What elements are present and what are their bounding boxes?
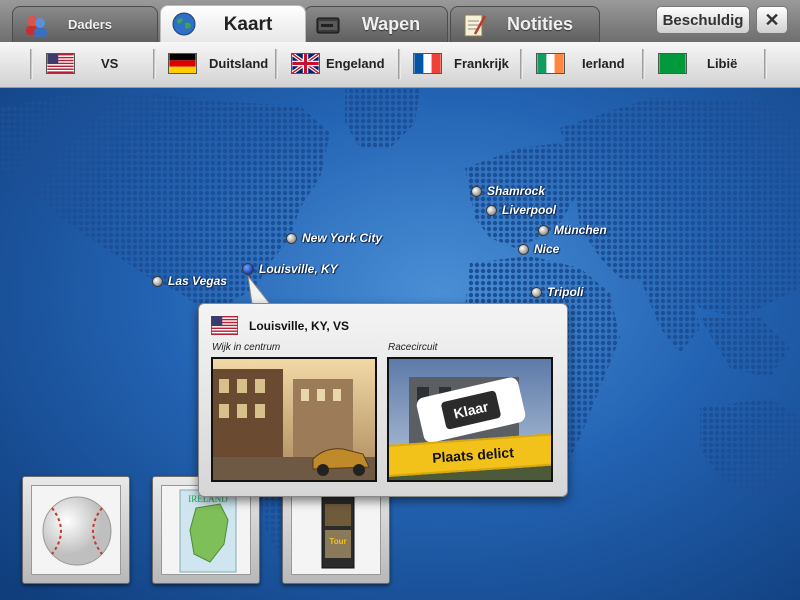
country-vs[interactable]: VS <box>46 51 118 75</box>
ireland-flag-icon <box>536 52 565 74</box>
country-label: Duitsland <box>209 55 269 71</box>
city-marker-icon <box>152 275 163 287</box>
city-marker-icon <box>538 224 549 236</box>
notepad-icon <box>464 14 487 37</box>
city-marker-icon <box>518 243 529 255</box>
country-label: Ierland <box>582 55 625 71</box>
city-label: Shamrock <box>487 184 546 198</box>
divider <box>642 49 645 79</box>
globe-icon <box>172 12 196 36</box>
city-label: New York City <box>302 231 383 245</box>
tab-notities-label: Notities <box>506 14 573 34</box>
city-marker-icon <box>486 204 497 216</box>
city-las-vegas[interactable]: Las Vegas <box>152 274 227 288</box>
accuse-button[interactable]: Beschuldig <box>656 6 750 34</box>
ireland-map-icon: IRELAND <box>179 489 237 573</box>
country-bar: VS Duitsland Engeland Frankrijk Ierland … <box>0 42 800 88</box>
close-button[interactable]: ✕ <box>756 6 788 34</box>
city-marker-selected-icon <box>242 263 254 275</box>
country-engeland[interactable]: Engeland <box>291 51 385 75</box>
country-label: Engeland <box>326 55 385 71</box>
city-liverpool[interactable]: Liverpool <box>486 203 556 217</box>
country-ierland[interactable]: Ierland <box>536 51 625 75</box>
tab-daders[interactable]: Daders <box>12 6 158 42</box>
country-label: Frankrijk <box>454 55 509 71</box>
city-shamrock[interactable]: Shamrock <box>471 184 545 198</box>
uk-flag-icon <box>291 52 320 74</box>
city-marker-icon <box>531 286 542 298</box>
country-label: VS <box>101 55 119 71</box>
evidence-slot-inner: Tour <box>291 485 381 575</box>
divider <box>764 49 767 79</box>
city-label: Louisville, KY <box>259 262 338 276</box>
city-nice[interactable]: Nice <box>518 242 559 256</box>
divider <box>275 49 278 79</box>
location-racetrack[interactable]: Klaar Plaats delict <box>387 357 553 482</box>
location-downtown[interactable] <box>211 357 377 482</box>
city-munchen[interactable]: München <box>538 223 607 237</box>
close-icon: ✕ <box>764 9 780 30</box>
evidence-slot-1[interactable] <box>22 476 130 584</box>
location-popup: Louisville, KY, VS Wijk in centrum Racec… <box>198 303 568 497</box>
tab-kaart[interactable]: Kaart <box>160 5 306 43</box>
popup-pointer <box>247 276 272 305</box>
france-flag-icon <box>413 52 442 74</box>
country-label: Libië <box>707 55 738 71</box>
tab-wapen[interactable]: Wapen <box>304 6 448 42</box>
usa-flag-icon <box>46 52 75 74</box>
city-label: München <box>554 223 607 237</box>
weapon-case-icon <box>316 17 340 34</box>
city-label: Nice <box>534 242 560 256</box>
country-duitsland[interactable]: Duitsland <box>168 51 268 75</box>
germany-flag-icon <box>168 52 197 74</box>
divider <box>30 49 33 79</box>
tab-bar: Daders Wapen Notities Kaart Beschuldig ✕ <box>0 0 800 43</box>
evidence-slot-inner: IRELAND <box>161 485 251 575</box>
city-label: Las Vegas <box>168 274 227 288</box>
city-marker-icon <box>286 232 297 244</box>
usa-flag-icon <box>211 316 238 335</box>
tab-notities[interactable]: Notities <box>450 6 600 42</box>
crime-scene-banner-label: Plaats delict <box>431 444 515 466</box>
country-libie[interactable]: Libië <box>658 51 737 75</box>
status-badge-label: Klaar <box>441 390 501 430</box>
tab-wapen-label: Wapen <box>361 14 421 34</box>
tour-brochure-icon: Tour <box>321 495 355 569</box>
downtown-scene-image <box>213 359 375 480</box>
evidence-slot-inner <box>31 485 121 575</box>
tab-kaart-label: Kaart <box>223 13 273 35</box>
city-label: Tripoli <box>547 285 584 299</box>
city-label: Liverpool <box>502 203 557 217</box>
accuse-button-label: Beschuldig <box>662 11 744 29</box>
baseball-icon <box>42 496 112 566</box>
tab-daders-label: Daders <box>67 17 113 32</box>
city-tripoli[interactable]: Tripoli <box>531 285 583 299</box>
city-new-york[interactable]: New York City <box>286 231 382 245</box>
divider <box>153 49 156 79</box>
libya-flag-icon <box>658 52 687 74</box>
location-label: Wijk in centrum <box>212 342 281 353</box>
divider <box>398 49 401 79</box>
city-louisville[interactable]: Louisville, KY <box>242 262 338 276</box>
suspects-icon <box>26 16 47 37</box>
tour-brochure-text: Tour <box>329 537 346 546</box>
city-marker-icon <box>471 185 482 197</box>
divider <box>520 49 523 79</box>
country-frankrijk[interactable]: Frankrijk <box>413 51 509 75</box>
popup-title: Louisville, KY, VS <box>249 319 350 333</box>
location-label: Racecircuit <box>388 342 438 353</box>
